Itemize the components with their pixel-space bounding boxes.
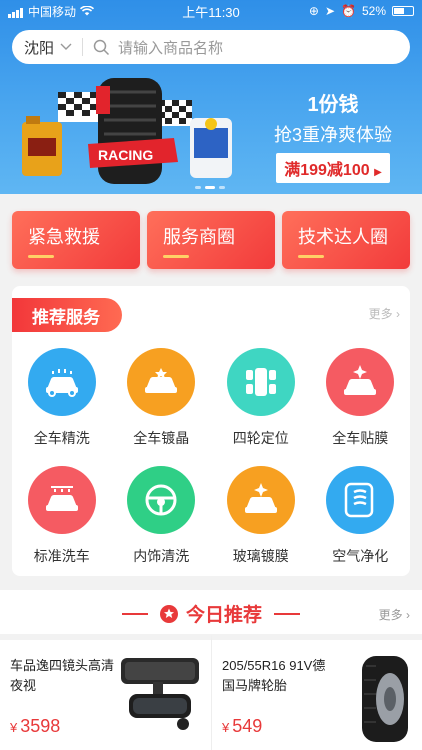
oil-bottle-right-icon <box>190 118 232 178</box>
service-circle-button[interactable]: 服务商圈 <box>147 211 275 269</box>
product-list: 车品逸四镜头高清夜视 ¥3598 205/55R16 91V德国马牌轮胎 ¥54… <box>0 634 422 750</box>
star-icon <box>159 604 178 623</box>
header-line-right <box>274 612 300 615</box>
tire-product-icon <box>362 656 408 742</box>
car-wash-icon <box>27 348 96 416</box>
svg-text:RACING: RACING <box>98 147 153 163</box>
today-title-text: 今日推荐 <box>185 605 262 626</box>
car-crystal-icon <box>127 348 196 416</box>
checkered-flag-right-icon <box>158 100 192 126</box>
banner-line2: 抢3重净爽体验 <box>273 125 392 145</box>
service-item[interactable]: 全车贴膜 <box>311 348 411 448</box>
today-title: 今日推荐 <box>159 600 262 627</box>
play-arrow-icon: ▶ <box>374 167 382 178</box>
banner-illustration: RACING <box>22 78 232 184</box>
tire-icon <box>96 78 162 184</box>
quick-label: 技术达人圈 <box>298 226 388 247</box>
label-underline <box>298 254 324 258</box>
quick-label: 紧急救援 <box>28 226 100 247</box>
header-line-left <box>121 612 148 615</box>
banner-area[interactable]: 中国移动 上午11:30 ⊕ ➤ ⏰ 52% 沈阳 请输入商品名称 RACING… <box>0 0 422 194</box>
search-divider <box>82 38 84 56</box>
chevron-right-icon: › <box>406 608 410 622</box>
quick-label: 服务商圈 <box>163 226 235 247</box>
service-item[interactable]: 全车精洗 <box>12 348 112 448</box>
section-title: 推荐服务 <box>12 298 122 332</box>
quick-actions: 紧急救援 服务商圈 技术达人圈 <box>12 211 410 269</box>
status-bar: 中国移动 上午11:30 ⊕ ➤ ⏰ 52% <box>0 0 422 22</box>
product-card[interactable]: 205/55R16 91V德国马牌轮胎 ¥549 <box>211 634 422 750</box>
steering-wheel-icon <box>127 466 196 534</box>
search-bar[interactable]: 沈阳 请输入商品名称 <box>12 30 410 64</box>
expert-circle-button[interactable]: 技术达人圈 <box>282 211 410 269</box>
product-card[interactable]: 车品逸四镜头高清夜视 ¥3598 <box>0 634 211 750</box>
wheel-alignment-icon <box>226 348 295 416</box>
banner-promo[interactable]: 1份钱 抢3重净爽体验 满199减100 ▶ <box>258 88 408 183</box>
banner-line1: 1份钱 <box>307 94 359 116</box>
battery-icon <box>392 6 414 16</box>
label-underline <box>28 254 54 258</box>
services-more-link[interactable]: 更多 › <box>369 305 400 322</box>
service-item[interactable]: 玻璃镀膜 <box>211 466 311 566</box>
service-item[interactable]: 标准洗车 <box>12 466 112 566</box>
today-recommend-section: 今日推荐 更多 › 车品逸四镜头高清夜视 ¥3598 205/55R16 91V… <box>0 590 422 750</box>
product-name: 车品逸四镜头高清夜视 <box>10 658 115 693</box>
city-selector[interactable]: 沈阳 <box>24 37 72 58</box>
city-name: 沈阳 <box>24 39 55 57</box>
service-item[interactable]: 内饰清洗 <box>112 466 212 566</box>
glass-coating-icon <box>226 466 295 534</box>
services-grid: 全车精洗 全车镀晶 四轮定位 全车贴膜 标准洗车 内饰清洗 玻璃镀膜 空气净化 <box>12 348 410 566</box>
service-item[interactable]: 空气净化 <box>311 466 411 566</box>
today-more-link[interactable]: 更多 › <box>379 606 410 623</box>
standard-wash-icon <box>27 466 96 534</box>
checkered-flag-left-icon <box>58 92 98 122</box>
banner-badge[interactable]: 满199减100 ▶ <box>276 153 390 183</box>
service-item[interactable]: 四轮定位 <box>211 348 311 448</box>
chevron-down-icon <box>60 43 72 50</box>
dashcam-mirror-icon <box>121 658 199 730</box>
air-purify-icon <box>326 466 395 534</box>
product-name: 205/55R16 91V德国马牌轮胎 <box>222 658 326 693</box>
car-film-icon <box>326 348 395 416</box>
recommended-services-card: 推荐服务 更多 › 全车精洗 全车镀晶 四轮定位 全车贴膜 标准洗车 内饰清洗 … <box>12 286 410 576</box>
search-icon <box>93 39 110 55</box>
label-underline <box>163 254 189 258</box>
status-time: 上午11:30 <box>182 4 240 20</box>
banner-badge-label: 满199减100 <box>284 162 370 179</box>
oil-bottle-left-icon <box>22 116 62 176</box>
today-header: 今日推荐 <box>0 600 422 627</box>
chevron-right-icon: › <box>396 307 400 321</box>
product-price: ¥549 <box>222 716 263 736</box>
carousel-dots <box>195 186 225 189</box>
search-input[interactable]: 请输入商品名称 <box>118 37 223 58</box>
service-item[interactable]: 全车镀晶 <box>112 348 212 448</box>
emergency-rescue-button[interactable]: 紧急救援 <box>12 211 140 269</box>
product-price: ¥3598 <box>10 716 61 736</box>
